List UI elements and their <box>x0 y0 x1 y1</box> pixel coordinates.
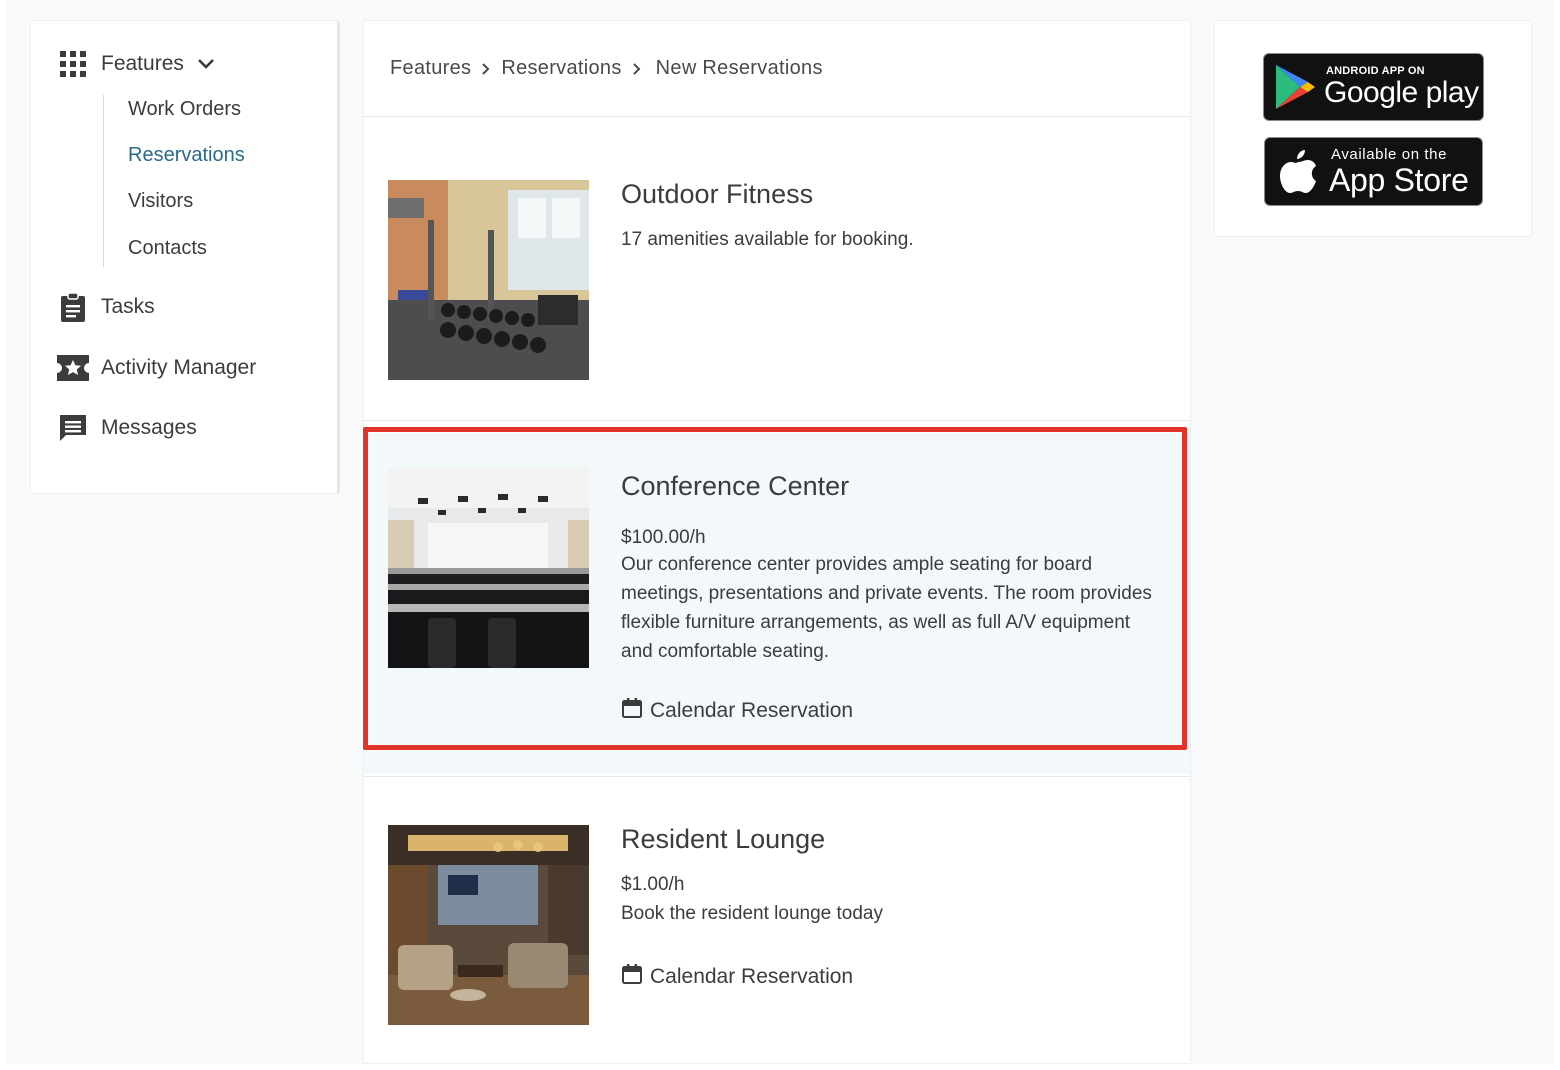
apple-icon <box>1279 148 1317 199</box>
sidebar-item-visitors[interactable]: Visitors <box>128 190 193 213</box>
lounge-photo <box>388 825 589 1025</box>
messages-label: Messages <box>101 416 197 439</box>
amenity-card-conference-center[interactable]: Conference Center $100.00/h Our conferen… <box>364 433 1190 774</box>
chevron-right-icon <box>481 62 491 76</box>
google-play-badge[interactable]: ANDROID APP ON Google play <box>1263 53 1484 121</box>
gym-photo <box>388 180 589 380</box>
sidebar-item-contacts[interactable]: Contacts <box>128 237 207 260</box>
features-submenu: Work Orders Reservations Visitors Contac… <box>103 95 245 267</box>
reservations-main: Features Reservations New Reservations O… <box>363 20 1191 1064</box>
amenity-description: Book the resident lounge today <box>621 903 883 924</box>
calendar-icon <box>621 697 643 725</box>
google-play-big-text: Google play <box>1324 76 1479 109</box>
clipboard-icon <box>57 291 89 323</box>
calendar-reservation-label: Calendar Reservation <box>650 965 854 988</box>
amenity-description: Our conference center provides ample sea… <box>621 554 1152 662</box>
conference-room-photo <box>388 468 589 668</box>
grid-icon <box>57 48 89 80</box>
calendar-reservation-button[interactable]: Calendar Reservation <box>621 697 853 725</box>
calendar-reservation-button[interactable]: Calendar Reservation <box>621 963 853 991</box>
sidebar-features-toggle[interactable]: Features <box>57 48 216 80</box>
card-divider <box>364 420 1190 421</box>
sidebar-item-activity-manager[interactable]: Activity Manager <box>57 352 256 384</box>
breadcrumb-features[interactable]: Features <box>390 57 471 80</box>
message-icon <box>57 412 89 444</box>
sidebar-item-messages[interactable]: Messages <box>57 412 197 444</box>
google-play-icon <box>1274 63 1316 116</box>
amenity-price: $1.00/h <box>621 874 685 895</box>
chevron-right-icon <box>632 62 642 76</box>
calendar-icon <box>621 963 643 991</box>
sidebar: Features Work Orders Reservations Visito… <box>30 20 340 494</box>
amenity-title: Resident Lounge <box>621 824 826 854</box>
star-ticket-icon <box>57 352 89 384</box>
sidebar-item-tasks[interactable]: Tasks <box>57 291 155 323</box>
calendar-reservation-label: Calendar Reservation <box>650 699 854 722</box>
amenity-title: Conference Center <box>621 471 850 501</box>
sidebar-item-reservations[interactable]: Reservations <box>128 144 245 167</box>
features-label: Features <box>101 52 184 75</box>
amenity-title: Outdoor Fitness <box>621 179 814 209</box>
amenity-availability: 17 amenities available for booking. <box>621 229 914 250</box>
activity-manager-label: Activity Manager <box>101 356 257 379</box>
breadcrumb-reservations[interactable]: Reservations <box>501 57 621 80</box>
breadcrumb-new-reservations: New Reservations <box>655 57 823 79</box>
app-store-small-text: Available on the <box>1331 146 1448 163</box>
amenity-card-outdoor-fitness[interactable]: Outdoor Fitness 17 amenities available f… <box>364 117 1190 420</box>
amenity-card-resident-lounge[interactable]: Resident Lounge $1.00/h Book the residen… <box>364 777 1190 1063</box>
app-store-panel: ANDROID APP ON Google play Available on … <box>1214 20 1532 237</box>
tasks-label: Tasks <box>101 295 155 318</box>
amenity-price: $100.00/h <box>621 527 706 548</box>
chevron-down-icon <box>196 54 216 74</box>
breadcrumb: Features Reservations New Reservations <box>364 21 1190 117</box>
app-store-big-text: App Store <box>1329 162 1469 198</box>
app-store-badge[interactable]: Available on the App Store <box>1264 137 1483 206</box>
sidebar-item-work-orders[interactable]: Work Orders <box>128 98 241 121</box>
